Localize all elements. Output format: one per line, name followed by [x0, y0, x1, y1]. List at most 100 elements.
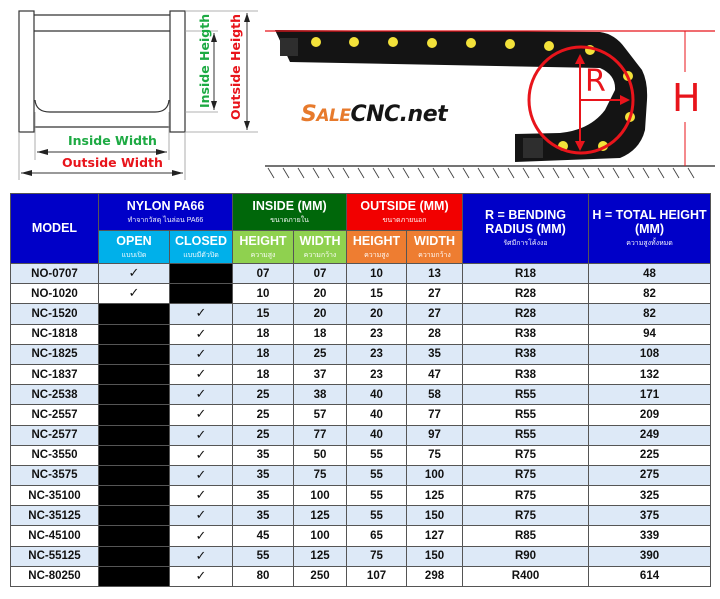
cell-outside-height: 23 [346, 343, 408, 365]
cell-inside-width: 25 [293, 343, 348, 365]
cell-closed: ✓ [168, 444, 234, 466]
cell-closed: ✓ [168, 303, 234, 325]
cell-total-height: 614 [588, 565, 712, 588]
cell-open-na [98, 303, 170, 325]
cell-inside-width: 37 [293, 363, 348, 386]
check-mark-icon: ✓ [128, 286, 140, 302]
cell-total-height: 339 [588, 525, 712, 547]
ground-hatch [267, 167, 695, 179]
cell-inside-height: 45 [232, 525, 295, 547]
cell-inside-width: 77 [293, 424, 348, 446]
cell-closed: ✓ [168, 323, 234, 345]
cell-total-height: 48 [588, 262, 712, 285]
cell-inside-height: 25 [232, 424, 295, 446]
cell-bending-radius: R18 [462, 262, 590, 285]
cell-outside-height: 23 [346, 323, 408, 345]
cell-model: NC-2557 [10, 404, 99, 426]
cell-inside-height: 35 [232, 485, 295, 507]
cell-model: NC-1520 [10, 303, 99, 325]
cell-bending-radius: R75 [462, 505, 590, 527]
cell-open-na [98, 363, 170, 386]
cell-inside-width: 100 [293, 485, 348, 507]
cell-inside-width: 07 [293, 262, 348, 285]
cell-inside-width: 100 [293, 525, 348, 547]
cell-model: NC-1837 [10, 363, 99, 386]
cell-open-na [98, 525, 170, 547]
table-row: NC-2557 ✓ 25 57 40 77 R55 209 [10, 404, 712, 426]
cell-closed-na [168, 262, 234, 285]
cell-bending-radius: R55 [462, 424, 590, 446]
inside-width-label: Inside Width [68, 133, 157, 148]
cell-inside-width: 20 [293, 283, 348, 305]
cell-bending-radius: R28 [462, 303, 590, 325]
cell-model: NC-3550 [10, 444, 99, 466]
cell-outside-height: 10 [346, 262, 408, 285]
cell-model: NC-80250 [10, 565, 99, 588]
outside-height-label: Outside Heigth [228, 13, 243, 120]
cell-inside-height: 35 [232, 444, 295, 466]
cell-outside-height: 15 [346, 283, 408, 305]
cell-outside-height: 55 [346, 464, 408, 487]
cell-closed: ✓ [168, 485, 234, 507]
cell-inside-width: 57 [293, 404, 348, 426]
header-total-height: H = TOTAL HEIGHT (MM) ความสูงทั้งหมด [588, 193, 712, 264]
cell-outside-height: 75 [346, 545, 408, 567]
cell-bending-radius: R38 [462, 363, 590, 386]
cell-closed: ✓ [168, 384, 234, 406]
cell-inside-height: 18 [232, 323, 295, 345]
outside-width-label: Outside Width [62, 155, 163, 170]
radius-label: R [585, 64, 606, 99]
cell-inside-width: 38 [293, 384, 348, 406]
cell-total-height: 375 [588, 505, 712, 527]
cell-closed: ✓ [168, 363, 234, 386]
cell-total-height: 209 [588, 404, 712, 426]
cell-model: NC-35125 [10, 505, 99, 527]
cell-open: ✓ [98, 262, 170, 285]
header-outside-height: HEIGHT ความสูง [346, 230, 408, 264]
cell-inside-width: 125 [293, 505, 348, 527]
check-mark-icon: ✓ [195, 367, 207, 383]
header-outside: OUTSIDE (MM) ขนาดภายนอก [346, 193, 464, 231]
cell-open: ✓ [98, 283, 170, 305]
check-mark-icon: ✓ [195, 508, 207, 524]
cell-outside-width: 58 [406, 384, 464, 406]
cell-bending-radius: R75 [462, 444, 590, 466]
cell-outside-height: 40 [346, 404, 408, 426]
cell-open-na [98, 464, 170, 487]
cell-closed: ✓ [168, 525, 234, 547]
inside-height-label: Inside Heigth [197, 13, 212, 108]
cell-outside-width: 125 [406, 485, 464, 507]
cell-open-na [98, 444, 170, 466]
cell-inside-height: 07 [232, 262, 295, 285]
cell-outside-height: 65 [346, 525, 408, 547]
cell-total-height: 225 [588, 444, 712, 466]
cable-chain-drawing [265, 30, 715, 179]
cell-bending-radius: R28 [462, 283, 590, 305]
cell-outside-height: 23 [346, 363, 408, 386]
cell-closed: ✓ [168, 565, 234, 588]
logo-sale-rest: ALE [316, 106, 351, 126]
cell-outside-width: 27 [406, 303, 464, 325]
cell-bending-radius: R75 [462, 464, 590, 487]
cell-inside-height: 35 [232, 505, 295, 527]
check-mark-icon: ✓ [195, 447, 207, 463]
cell-bending-radius: R55 [462, 384, 590, 406]
cell-bending-radius: R38 [462, 343, 590, 365]
cell-inside-width: 50 [293, 444, 348, 466]
cell-bending-radius: R38 [462, 323, 590, 345]
table-row: NC-35100 ✓ 35 100 55 125 R75 325 [10, 485, 712, 507]
cell-bending-radius: R400 [462, 565, 590, 588]
cell-model: NO-1020 [10, 283, 99, 305]
cell-closed: ✓ [168, 464, 234, 487]
cell-inside-height: 25 [232, 404, 295, 426]
cell-outside-width: 77 [406, 404, 464, 426]
cell-open-na [98, 485, 170, 507]
cell-outside-width: 100 [406, 464, 464, 487]
header-inside: INSIDE (MM) ขนาดภายใน [232, 193, 348, 231]
cross-section-diagram: Inside Heigth Outside Heigth Inside Widt… [0, 0, 260, 185]
cell-inside-height: 10 [232, 283, 295, 305]
check-mark-icon: ✓ [195, 548, 207, 564]
cell-outside-height: 20 [346, 303, 408, 325]
cell-total-height: 94 [588, 323, 712, 345]
cell-inside-height: 25 [232, 384, 295, 406]
